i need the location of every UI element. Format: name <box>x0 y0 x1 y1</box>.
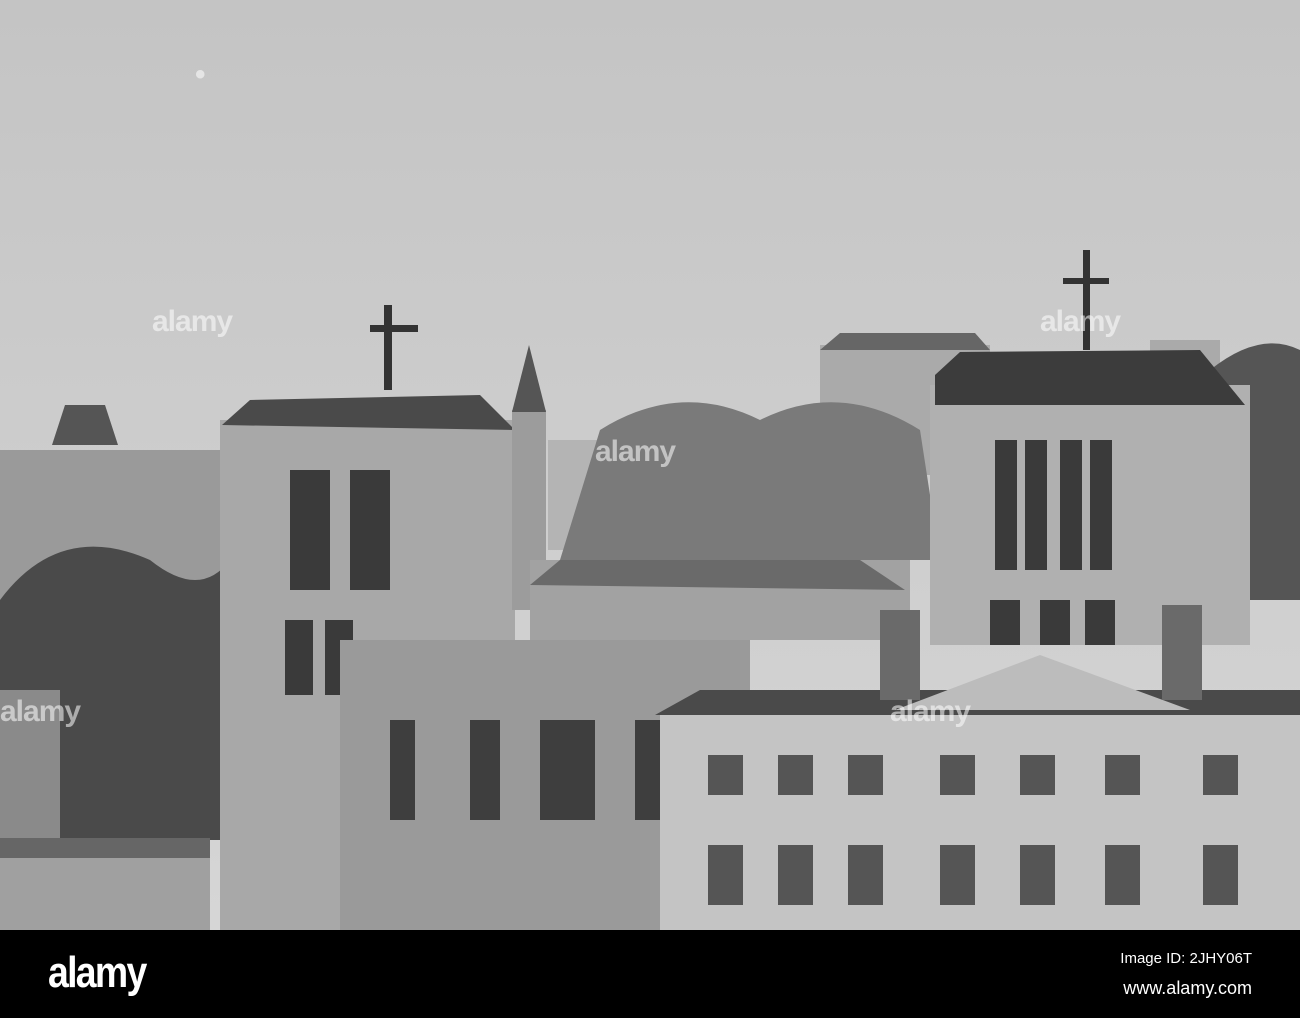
watermark: alamy <box>1040 305 1121 338</box>
watermark: alamy <box>890 695 971 728</box>
image-id: Image ID: 2JHY06T <box>1120 950 1252 967</box>
website-link[interactable]: www.alamy.com <box>1123 978 1252 999</box>
watermark: alamy <box>152 305 233 338</box>
stock-photo: • alamy alamy alamy alamy alamy <box>0 0 1300 930</box>
footer-bar: alamy Image ID: 2JHY06T www.alamy.com <box>0 930 1300 1018</box>
watermark: alamy <box>0 695 81 728</box>
watermark-dot: • <box>195 58 205 91</box>
alamy-logo: alamy <box>48 948 147 997</box>
watermark: alamy <box>595 435 676 468</box>
